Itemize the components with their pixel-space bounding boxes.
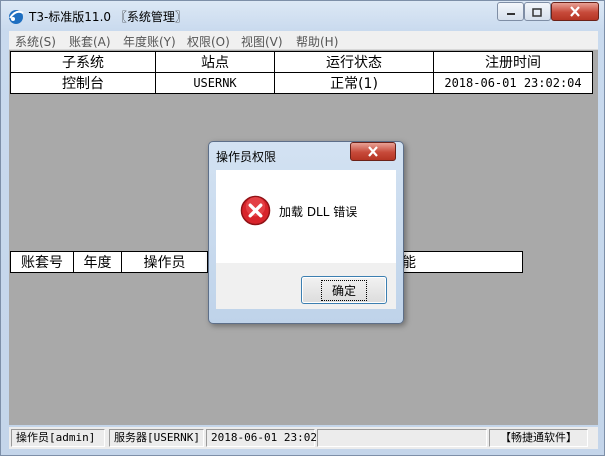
- title-bar[interactable]: T3-标准版11.0 〖系统管理〗: [1, 1, 605, 31]
- restore-icon: [532, 7, 542, 17]
- restore-button[interactable]: [524, 2, 551, 21]
- close-icon: [570, 6, 580, 17]
- column-header-function[interactable]: 能: [401, 251, 523, 273]
- ok-button-label: 确定: [320, 279, 367, 301]
- menu-account-set[interactable]: 账套(A): [69, 33, 111, 50]
- cell-subsystem[interactable]: 控制台: [10, 72, 156, 94]
- close-icon: [368, 146, 378, 157]
- menu-year-account[interactable]: 年度账(Y): [123, 33, 176, 50]
- cell-register-time[interactable]: 2018-06-01 23:02:04: [433, 72, 593, 94]
- column-header-account-no[interactable]: 账套号: [10, 251, 74, 273]
- status-bar: 操作员[admin] 服务器[USERNK] 2018-06-01 23:02 …: [9, 427, 598, 449]
- cell-site[interactable]: USERNK: [155, 72, 275, 94]
- column-header-status[interactable]: 运行状态: [274, 51, 434, 73]
- dialog-title: 操作员权限: [216, 150, 277, 164]
- column-header-subsystem[interactable]: 子系统: [10, 51, 156, 73]
- table-header-row: 子系统 站点 运行状态 注册时间: [10, 51, 593, 73]
- error-icon: [240, 195, 271, 226]
- minimize-button[interactable]: [497, 2, 524, 21]
- error-dialog: 操作员权限 加载 DLL 错误 确定: [208, 141, 404, 324]
- status-server: 服务器[USERNK]: [109, 429, 204, 447]
- status-company: 【畅捷通软件】: [489, 429, 588, 447]
- dialog-footer: 确定: [216, 263, 396, 309]
- column-header-operator[interactable]: 操作员: [121, 251, 208, 273]
- status-datetime: 2018-06-01 23:02: [206, 429, 317, 447]
- cell-status[interactable]: 正常(1): [274, 72, 434, 94]
- menu-permissions[interactable]: 权限(O): [187, 33, 230, 50]
- column-header-register-time[interactable]: 注册时间: [433, 51, 593, 73]
- menu-bar: 系统(S) 账套(A) 年度账(Y) 权限(O) 视图(V) 帮助(H): [9, 31, 598, 50]
- window-title: T3-标准版11.0 〖系统管理〗: [29, 10, 187, 24]
- subsystem-table: 子系统 站点 运行状态 注册时间 控制台 USERNK 正常(1) 2018-0…: [10, 51, 593, 94]
- dialog-close-button[interactable]: [350, 142, 396, 161]
- column-header-site[interactable]: 站点: [155, 51, 275, 73]
- column-header-year[interactable]: 年度: [73, 251, 122, 273]
- dialog-message: 加载 DLL 错误: [279, 205, 358, 219]
- menu-system[interactable]: 系统(S): [15, 33, 56, 50]
- dialog-body: 加载 DLL 错误: [216, 170, 396, 263]
- menu-view[interactable]: 视图(V): [241, 33, 283, 50]
- close-button[interactable]: [551, 2, 599, 21]
- ok-button[interactable]: 确定: [301, 276, 387, 304]
- status-operator: 操作员[admin]: [11, 429, 105, 447]
- table-row[interactable]: 控制台 USERNK 正常(1) 2018-06-01 23:02:04: [10, 72, 593, 94]
- menu-help[interactable]: 帮助(H): [296, 33, 338, 50]
- app-logo-icon: [9, 10, 24, 24]
- minimize-icon: [506, 12, 515, 15]
- status-empty: [317, 429, 487, 447]
